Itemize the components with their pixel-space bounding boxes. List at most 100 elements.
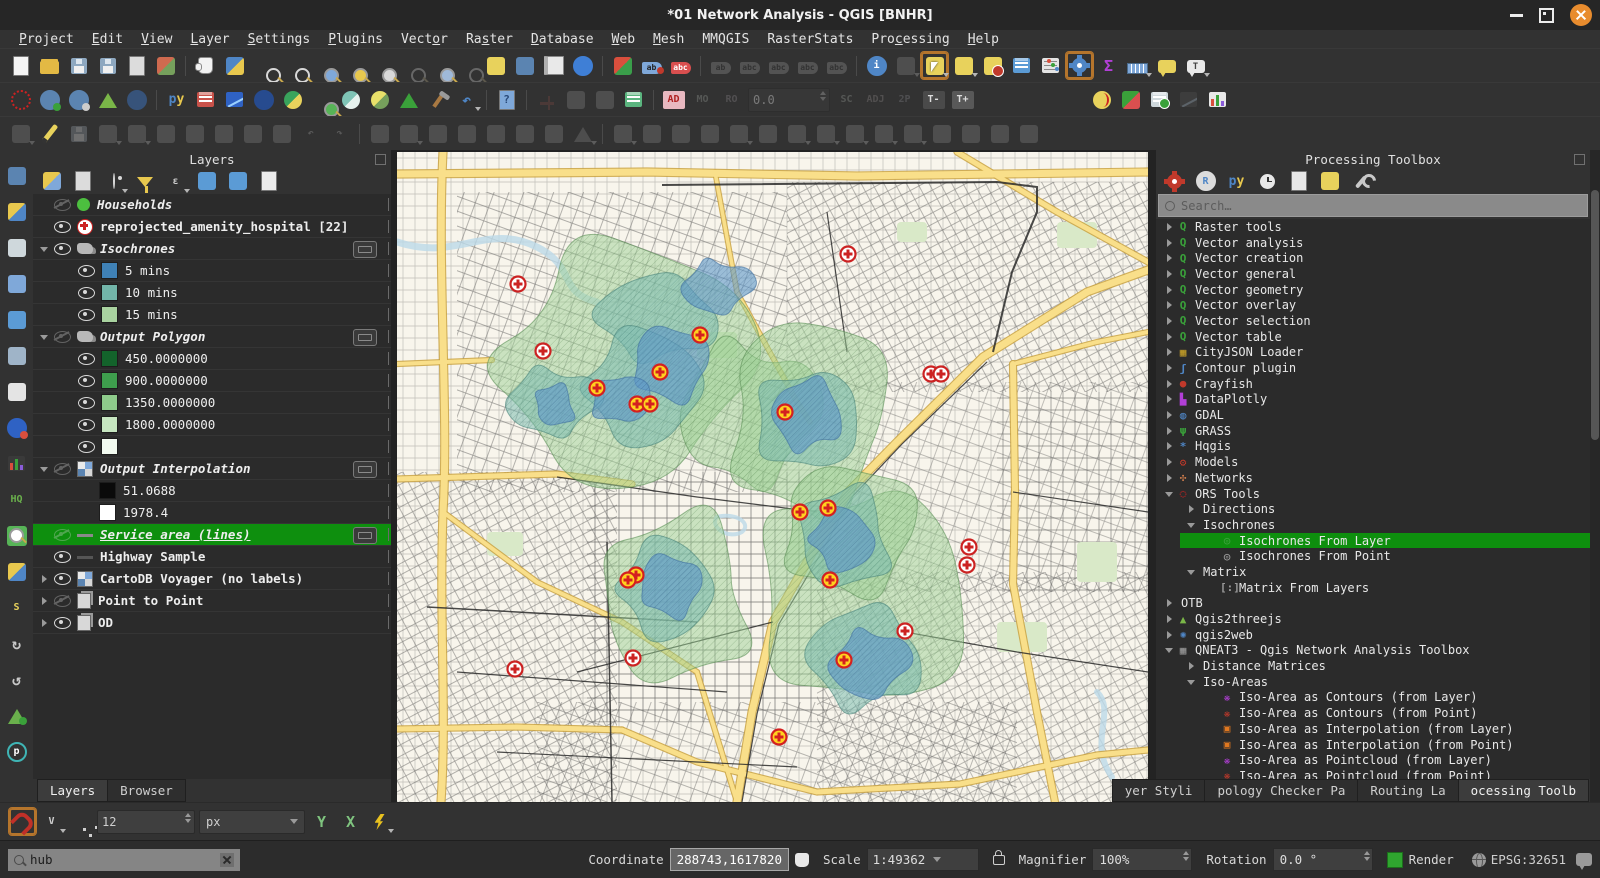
menu-layer[interactable]: Layer [181,32,238,47]
expander-icon[interactable] [1164,441,1174,451]
tracing-icon[interactable] [366,808,393,835]
dock-tab-pology-checker-pa[interactable]: pology Checker Pa [1204,779,1358,802]
osm-search-green-icon[interactable] [3,522,30,549]
open-project-icon[interactable] [36,52,63,79]
toolbox-item-distance-matrices[interactable]: Distance Matrices [1156,658,1590,674]
move-feature-icon[interactable] [395,120,422,147]
toolbox-item-ors-tools[interactable]: ◌ORS Tools [1156,486,1590,502]
georeferencer-icon[interactable] [3,198,30,225]
grid-tool-icon[interactable] [540,120,567,147]
visibility-eye-icon[interactable] [78,265,95,277]
expander-icon[interactable] [1164,489,1174,499]
close-button[interactable] [1570,4,1592,26]
hammer-icon[interactable] [424,86,451,113]
new-map-view-icon[interactable] [482,52,509,79]
qgis2web-mountain-icon[interactable] [395,86,422,113]
toolbox-item-raster-tools[interactable]: QRaster tools [1156,219,1590,235]
web-service-add-icon[interactable] [36,86,63,113]
map-tips-icon[interactable] [1153,52,1180,79]
cad-mo-button[interactable]: MO [689,86,716,113]
split-parts-icon[interactable] [841,120,868,147]
select-by-expression-icon[interactable] [892,52,919,79]
expander-icon[interactable] [1164,379,1174,389]
flag-tool-icon[interactable] [569,120,596,147]
ellipse-tool-icon[interactable] [453,120,480,147]
change-label-icon[interactable]: abc [823,52,850,79]
toolbox-item-vector-general[interactable]: QVector general [1156,266,1590,282]
cad-t-minus-button[interactable]: T- [920,86,947,113]
layer-item-highway-sample[interactable]: Highway Sample [33,546,391,568]
render-checkbox[interactable] [1387,852,1403,868]
dock-tab-yer-styli[interactable]: yer Styli [1112,779,1206,802]
serval-icon[interactable] [1146,86,1173,113]
toggle-editing-icon[interactable] [36,120,63,147]
expander-icon[interactable] [1164,300,1174,310]
split-features-icon[interactable] [812,120,839,147]
toolbox-item-qneat3-qgis-network-analysis-toolbox[interactable]: ▦QNEAT3 - Qgis Network Analysis Toolbox [1156,643,1590,659]
rectangle-tool-icon[interactable] [482,120,509,147]
delete-ring-icon[interactable] [696,120,723,147]
visibility-eye-icon[interactable] [54,243,71,255]
toolbox-item-isochrones-from-point[interactable]: ◎Isochrones From Point [1156,548,1590,564]
snap-intersection-icon[interactable] [67,808,94,835]
topology-checker-icon[interactable] [591,86,618,113]
pan-to-selection-icon[interactable] [221,52,248,79]
cad-2p-button[interactable]: 2P [891,86,918,113]
cad-ro-button[interactable]: RO [718,86,745,113]
project-properties-icon[interactable] [123,52,150,79]
remove-layer-icon[interactable] [255,168,282,195]
map-canvas[interactable] [397,152,1148,802]
save-layer-edits-icon[interactable] [65,120,92,147]
add-part-icon[interactable] [667,120,694,147]
p-circle-plugin-icon[interactable]: p [3,738,30,765]
fill-ring-icon[interactable] [638,120,665,147]
layer-item-450-0000000[interactable]: 450.0000000 [33,348,391,370]
filter-expression-icon[interactable]: ε [162,168,189,195]
toolbox-item-iso-area-as-contours-from-point[interactable]: ❋Iso-Area as Contours (from Point) [1156,705,1590,721]
layer-item-output-polygon[interactable]: Output Polygon [33,326,391,348]
layer-labeling-icon[interactable]: ab [638,52,665,79]
visibility-eye-icon[interactable] [78,441,95,453]
zoom-in-icon[interactable]: + [250,52,277,79]
statistical-summary-icon[interactable] [1037,52,1064,79]
coordinate-input[interactable]: 288743,1617820 [670,848,789,871]
save-project-as-icon[interactable] [94,52,121,79]
crs-value[interactable]: EPSG:32651 [1491,852,1566,867]
expander-icon[interactable] [1164,363,1174,373]
plot-curves-icon[interactable] [1175,86,1202,113]
crs-globe-icon[interactable] [1472,853,1486,867]
zoom-next-icon[interactable] [453,52,480,79]
menu-help[interactable]: Help [959,32,1008,47]
text-annotation-icon[interactable]: T [1182,52,1209,79]
visibility-eye-off-icon[interactable] [54,199,71,211]
trim-extend-icon[interactable] [986,120,1013,147]
attribute-table-icon[interactable] [1008,52,1035,79]
cad-t-plus-button[interactable]: T+ [949,86,976,113]
layer-item-output-interpolation[interactable]: Output Interpolation [33,458,391,480]
expander-icon[interactable] [1164,222,1174,232]
raster-histogram-icon[interactable] [1204,86,1231,113]
visibility-eye-off-icon[interactable] [54,595,71,607]
visibility-eye-icon[interactable] [54,551,71,563]
visibility-eye-icon[interactable] [78,309,95,321]
contour-blob-icon[interactable] [366,86,393,113]
layer-item-isochrones[interactable]: Isochrones [33,238,391,260]
crayfish-swirl-icon[interactable] [279,86,306,113]
cad-adj-button[interactable]: ADJ [862,86,889,113]
expander-icon[interactable] [1164,630,1174,640]
expander-icon[interactable] [39,464,49,474]
expander-icon[interactable] [1164,457,1174,467]
searchable-globe-icon[interactable] [123,86,150,113]
zoom-to-selection-icon[interactable] [337,52,364,79]
toolbox-search-input[interactable]: Search… [1158,194,1588,217]
toolbox-item-contour-plugin[interactable]: ʃContour plugin [1156,360,1590,376]
visibility-eye-off-icon[interactable] [54,529,71,541]
identify-features-icon[interactable]: i [863,52,890,79]
maximize-button[interactable] [1539,8,1554,23]
digitize-segment-icon[interactable] [94,120,121,147]
extents-pointer-icon[interactable] [795,853,809,867]
gps-tools-icon[interactable] [562,86,589,113]
magnifier-spinbox[interactable]: 100% [1092,848,1192,871]
undo-edit-icon[interactable]: ↶ [297,120,324,147]
toolbox-item-iso-area-as-pointcloud-from-layer[interactable]: ❋Iso-Area as Pointcloud (from Layer) [1156,752,1590,768]
